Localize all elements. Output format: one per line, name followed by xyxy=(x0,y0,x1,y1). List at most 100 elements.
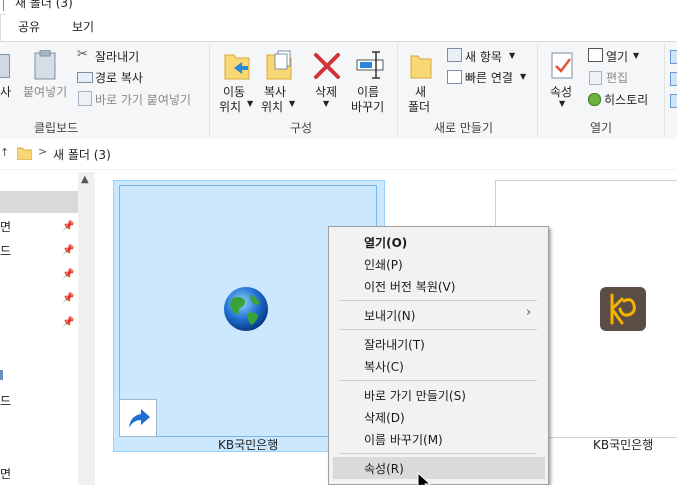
move-to-label-2[interactable]: 위치 xyxy=(219,98,241,115)
copy-partial-label[interactable]: 사 xyxy=(0,83,11,100)
chevron-down-icon[interactable]: ▼ xyxy=(633,51,639,60)
title-bar: 새 폴더 (3) xyxy=(0,0,677,11)
menu-item-label: 이전 버전 복원(V) xyxy=(364,280,456,294)
history-icon xyxy=(588,93,601,106)
menu-item-delete[interactable]: 삭제(D) xyxy=(329,406,548,428)
scroll-up-icon[interactable]: ▲ xyxy=(81,174,89,185)
new-item-button[interactable]: 새 항목 xyxy=(465,48,502,65)
cut-button[interactable]: 잘라내기 xyxy=(95,48,139,65)
chevron-right-icon: › xyxy=(526,305,532,320)
menu-item-label: 보내기(N) xyxy=(364,309,416,323)
menu-separator xyxy=(339,300,537,301)
menu-item-cut[interactable]: 잘라내기(T) xyxy=(329,333,548,355)
breadcrumb-separator[interactable]: > xyxy=(38,145,47,158)
file-name[interactable]: KB국민은행 xyxy=(218,436,278,453)
window-title: 새 폴더 (3) xyxy=(15,0,73,10)
scissors-icon: ✂ xyxy=(77,47,88,62)
chevron-down-icon[interactable]: ▼ xyxy=(323,99,329,108)
history-button[interactable]: 히스토리 xyxy=(604,91,648,108)
mouse-cursor-icon xyxy=(417,472,433,485)
menu-item-label: 속성(R) xyxy=(364,462,404,476)
ribbon-tabs: 공유 보기 xyxy=(0,11,677,42)
select-all-icon[interactable] xyxy=(670,50,677,64)
open-button[interactable]: 열기 xyxy=(606,48,628,65)
tab-view[interactable]: 보기 xyxy=(72,18,94,35)
pin-icon: 📌 xyxy=(62,245,75,256)
paste-button[interactable]: 붙여넣기 xyxy=(23,83,67,100)
menu-item-label: 이름 바꾸기(M) xyxy=(364,433,443,447)
up-arrow-icon[interactable]: ↑ xyxy=(0,146,9,159)
nav-item[interactable]: 드 xyxy=(0,392,11,409)
easy-access-button[interactable]: 빠른 연결 xyxy=(465,69,513,86)
menu-item-rename[interactable]: 이름 바꾸기(M) xyxy=(329,428,548,450)
folder-icon xyxy=(16,147,33,161)
paste-shortcut-button[interactable]: 바로 가기 붙여넣기 xyxy=(95,91,191,108)
nav-item[interactable]: 면 xyxy=(0,465,11,482)
context-menu: 열기(O) 인쇄(P) 이전 버전 복원(V) 보내기(N) › 잘라내기(T)… xyxy=(328,226,549,485)
pin-icon: 📌 xyxy=(62,293,75,304)
menu-item-label: 인쇄(P) xyxy=(364,258,403,272)
paste-icon[interactable] xyxy=(34,49,56,80)
chevron-down-icon[interactable]: ▼ xyxy=(289,99,295,108)
edit-button[interactable]: 편집 xyxy=(606,69,628,86)
menu-item-print[interactable]: 인쇄(P) xyxy=(329,253,548,275)
move-to-icon[interactable] xyxy=(224,50,250,80)
copy-to-label-2[interactable]: 위치 xyxy=(261,98,283,115)
kb-app-icon xyxy=(600,287,646,331)
pin-icon: 📌 xyxy=(62,317,75,328)
chevron-down-icon[interactable]: ▼ xyxy=(509,51,515,60)
invert-selection-icon[interactable] xyxy=(670,94,677,108)
easy-access-icon xyxy=(447,70,462,84)
group-label-new: 새로 만들기 xyxy=(434,121,494,135)
chevron-down-icon[interactable]: ▼ xyxy=(559,99,565,108)
pin-icon: 📌 xyxy=(62,269,75,280)
new-folder-label-2[interactable]: 폴더 xyxy=(408,98,430,115)
menu-item-label: 열기(O) xyxy=(364,236,408,250)
menu-item-properties[interactable]: 속성(R) xyxy=(333,457,545,479)
nav-item[interactable]: 면 xyxy=(0,218,11,235)
pin-icon: 📌 xyxy=(62,221,75,232)
menu-item-open[interactable]: 열기(O) xyxy=(329,231,548,253)
chevron-down-icon[interactable]: ▼ xyxy=(520,72,526,81)
paste-shortcut-icon xyxy=(78,91,92,106)
nav-selected-item[interactable] xyxy=(0,191,78,213)
copy-to-icon[interactable] xyxy=(266,50,292,80)
nav-scrollbar[interactable]: ▲ xyxy=(78,172,95,485)
copy-icon[interactable] xyxy=(0,54,10,78)
group-separator xyxy=(537,44,538,136)
menu-separator xyxy=(339,380,537,381)
delete-label[interactable]: 삭제 xyxy=(315,83,337,100)
properties-icon[interactable] xyxy=(551,50,575,80)
select-none-icon[interactable] xyxy=(670,72,677,86)
menu-item-restore-previous[interactable]: 이전 버전 복원(V) xyxy=(329,275,548,297)
menu-item-label: 삭제(D) xyxy=(364,411,405,425)
title-divider xyxy=(3,0,4,11)
tab-share[interactable]: 공유 xyxy=(18,18,40,35)
ribbon: 사 붙여넣기 ✂ 잘라내기 경로 복사 바로 가기 붙여넣기 클립보드 이동 위… xyxy=(0,41,677,140)
address-bar[interactable]: ↑ > 새 폴더 (3) xyxy=(0,139,677,170)
group-label-organize: 구성 xyxy=(290,121,313,135)
group-label-clipboard: 클립보드 xyxy=(34,121,79,135)
globe-icon xyxy=(222,285,270,333)
menu-item-create-shortcut[interactable]: 바로 가기 만들기(S) xyxy=(329,384,548,406)
rename-icon[interactable] xyxy=(356,50,384,80)
edit-icon xyxy=(589,71,602,85)
nav-item[interactable]: 드 xyxy=(0,242,11,259)
new-folder-icon[interactable] xyxy=(410,50,432,80)
active-tab-edge xyxy=(0,14,6,42)
delete-icon[interactable] xyxy=(313,52,341,80)
menu-item-send-to[interactable]: 보내기(N) › xyxy=(329,304,548,326)
breadcrumb[interactable]: 새 폴더 (3) xyxy=(53,146,111,163)
file-name[interactable]: KB국민은행 xyxy=(593,436,653,453)
shortcut-arrow-icon xyxy=(119,399,157,437)
copy-path-button[interactable]: 경로 복사 xyxy=(95,69,143,86)
menu-item-copy[interactable]: 복사(C) xyxy=(329,355,548,377)
menu-separator xyxy=(339,453,537,454)
open-icon xyxy=(588,48,603,62)
nav-drive-icon xyxy=(0,370,3,380)
rename-label-2[interactable]: 바꾸기 xyxy=(351,98,384,115)
new-item-icon xyxy=(447,48,462,62)
properties-label[interactable]: 속성 xyxy=(550,83,572,100)
chevron-down-icon[interactable]: ▼ xyxy=(247,99,253,108)
group-separator xyxy=(209,44,210,136)
